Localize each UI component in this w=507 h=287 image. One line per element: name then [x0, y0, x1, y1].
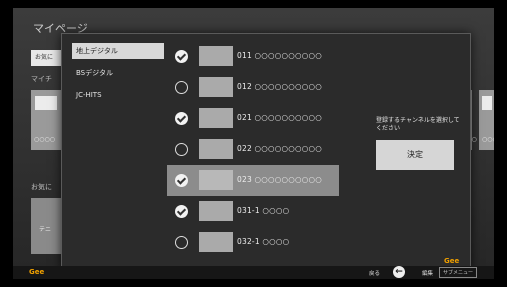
bg-card-text: ○○○○	[34, 136, 55, 143]
channel-thumbnail	[199, 46, 233, 66]
brand-logo: Gee	[444, 257, 467, 268]
bg-card-text: ○○○	[482, 136, 494, 143]
channel-select-dialog: 地上デジタル BSデジタル JC-HITS 011 ○○○○○○○○○○ 012…	[61, 33, 471, 271]
channel-thumbnail	[199, 232, 233, 252]
back-label: 戻る	[369, 271, 381, 277]
channel-label: 022 ○○○○○○○○○○	[237, 144, 322, 153]
bg-card-thumb	[482, 96, 492, 110]
channel-label: 021 ○○○○○○○○○○	[237, 113, 322, 122]
channel-thumbnail	[199, 201, 233, 221]
footer-logo: Gee	[29, 268, 45, 276]
menu-item-terrestrial[interactable]: 地上デジタル	[72, 43, 164, 59]
channel-row[interactable]: 032-1 ○○○○	[167, 227, 339, 258]
channel-row[interactable]: 012 ○○○○○○○○○○	[167, 72, 339, 103]
bg-section-favorites: お気に	[31, 183, 52, 191]
checkbox-checked-icon[interactable]	[175, 174, 188, 187]
channel-label: 032-1 ○○○○	[237, 237, 290, 246]
channel-row-focused[interactable]: 023 ○○○○○○○○○○	[167, 165, 339, 196]
channel-thumbnail	[199, 170, 233, 190]
channel-label: 031-1 ○○○○	[237, 206, 290, 215]
channel-thumbnail	[199, 77, 233, 97]
checkbox-checked-icon[interactable]	[175, 112, 188, 125]
checkbox-checked-icon[interactable]	[175, 205, 188, 218]
bg-favorite-text: テニ	[39, 226, 52, 233]
channel-label: 012 ○○○○○○○○○○	[237, 82, 322, 91]
checkbox-unchecked-icon[interactable]	[175, 81, 188, 94]
channel-row[interactable]: 022 ○○○○○○○○○○	[167, 134, 339, 165]
back-arrow-icon[interactable]: ←	[393, 266, 405, 278]
tv-screen: マイページ お気に マイチ ○○○○ ○○○ ○○○ お気に テニ 地上デジタル…	[13, 8, 494, 279]
menu-item-bs[interactable]: BSデジタル	[72, 65, 164, 81]
menu-item-jchits[interactable]: JC-HITS	[72, 87, 164, 103]
channel-label: 023 ○○○○○○○○○○	[237, 175, 322, 184]
instruction-text: 登録するチャンネルを選択してください	[376, 117, 460, 132]
bg-card[interactable]: ○○○○	[31, 90, 63, 150]
bg-card[interactable]: ○○○	[479, 90, 494, 150]
checkbox-unchecked-icon[interactable]	[175, 143, 188, 156]
channel-thumbnail	[199, 108, 233, 128]
checkbox-checked-icon[interactable]	[175, 50, 188, 63]
channel-row[interactable]: 011 ○○○○○○○○○○	[167, 41, 339, 72]
channel-row[interactable]: 021 ○○○○○○○○○○	[167, 103, 339, 134]
channel-label: 011 ○○○○○○○○○○	[237, 51, 322, 60]
checkbox-unchecked-icon[interactable]	[175, 236, 188, 249]
channel-row[interactable]: 031-1 ○○○○	[167, 196, 339, 227]
bg-section-my-channels: マイチ	[31, 75, 52, 83]
edit-label[interactable]: 編集	[422, 269, 433, 277]
footer-bar: Gee 戻る ← 編集 サブメニュー	[13, 266, 494, 279]
bg-card-thumb	[35, 96, 57, 110]
channel-thumbnail	[199, 139, 233, 159]
submenu-button[interactable]: サブメニュー	[439, 267, 478, 278]
confirm-button[interactable]: 決定	[376, 140, 454, 170]
broadcast-type-menu: 地上デジタル BSデジタル JC-HITS	[72, 43, 164, 109]
channel-list: 011 ○○○○○○○○○○ 012 ○○○○○○○○○○ 021 ○○○○○○…	[167, 41, 339, 258]
